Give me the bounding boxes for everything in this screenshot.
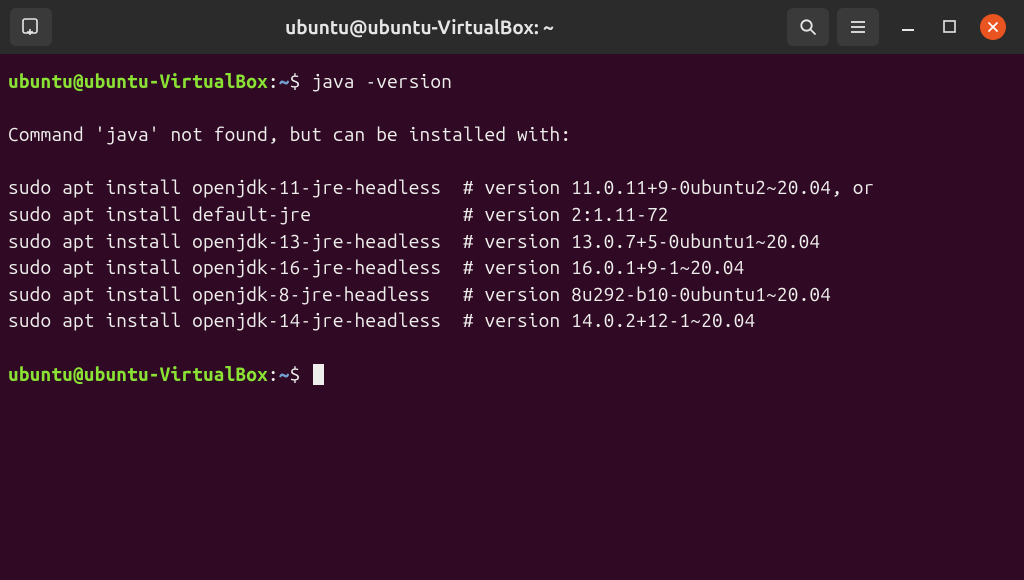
prompt-colon: : (268, 70, 279, 92)
entered-command: java -version (311, 70, 452, 92)
output-header: Command 'java' not found, but can be ins… (8, 121, 1016, 148)
output-line: sudo apt install openjdk-16-jre-headless… (8, 254, 1016, 281)
output-line: sudo apt install openjdk-13-jre-headless… (8, 228, 1016, 255)
maximize-icon (943, 20, 956, 33)
output-line: sudo apt install openjdk-14-jre-headless… (8, 307, 1016, 334)
prompt-line-2: ubuntu@ubuntu-VirtualBox:~$ (8, 361, 1016, 388)
close-button[interactable] (980, 14, 1006, 40)
menu-button[interactable] (837, 8, 879, 46)
window-titlebar: ubuntu@ubuntu-VirtualBox: ~ (0, 0, 1024, 54)
search-button[interactable] (787, 8, 829, 46)
window-title: ubuntu@ubuntu-VirtualBox: ~ (60, 16, 779, 38)
prompt-colon: : (268, 363, 279, 385)
blank-line (8, 95, 1016, 122)
minimize-icon (901, 19, 915, 33)
prompt-symbol: $ (290, 363, 301, 385)
prompt-path: ~ (279, 70, 290, 92)
search-icon (799, 18, 817, 36)
new-tab-button[interactable] (10, 8, 52, 46)
output-line: sudo apt install openjdk-8-jre-headless … (8, 281, 1016, 308)
blank-line (8, 148, 1016, 175)
prompt-user-host: ubuntu@ubuntu-VirtualBox (8, 363, 268, 385)
hamburger-icon (849, 18, 867, 36)
prompt-user-host: ubuntu@ubuntu-VirtualBox (8, 70, 268, 92)
new-tab-icon (22, 18, 40, 36)
prompt-symbol: $ (290, 70, 301, 92)
maximize-button[interactable] (939, 14, 960, 40)
close-icon (987, 21, 999, 33)
prompt-path: ~ (279, 363, 290, 385)
minimize-button[interactable] (897, 14, 919, 40)
output-line: sudo apt install default-jre # version 2… (8, 201, 1016, 228)
output-line: sudo apt install openjdk-11-jre-headless… (8, 174, 1016, 201)
prompt-line-1: ubuntu@ubuntu-VirtualBox:~$ java -versio… (8, 68, 1016, 95)
terminal-cursor (313, 364, 324, 385)
terminal-body[interactable]: ubuntu@ubuntu-VirtualBox:~$ java -versio… (0, 54, 1024, 580)
blank-line (8, 334, 1016, 361)
window-controls (897, 14, 1006, 40)
